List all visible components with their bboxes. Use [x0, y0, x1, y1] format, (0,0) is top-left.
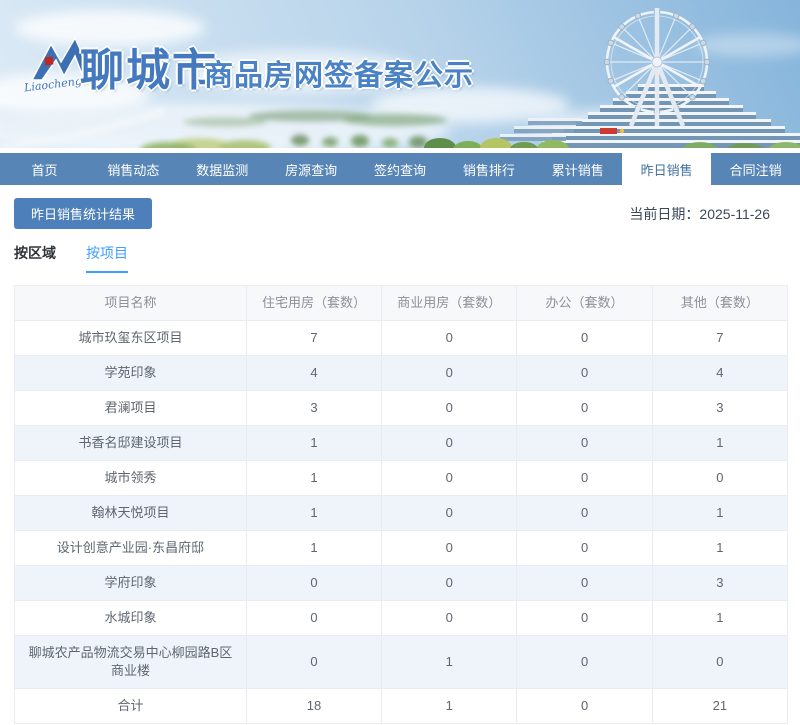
table-row: 水城印象 0 0 0 1: [14, 600, 789, 636]
column-header-3: 办公（套数）: [516, 285, 653, 321]
table-row: 城市领秀 1 0 0 0: [14, 460, 789, 496]
project-name-cell: 君澜项目: [14, 390, 247, 426]
project-name-cell: 水城印象: [14, 600, 247, 636]
value-cell: 1: [651, 495, 789, 531]
value-cell: 1: [651, 530, 789, 566]
column-header-2: 商业用房（套数）: [381, 285, 518, 321]
project-name-cell: 设计创意产业园·东昌府邸: [14, 530, 247, 566]
value-cell: 0: [381, 600, 518, 636]
value-cell: 0: [516, 600, 653, 636]
nav-item-8[interactable]: 合同注销: [711, 153, 800, 185]
view-tabs: 按区域 按项目: [14, 243, 786, 273]
yesterday-sales-result-button[interactable]: 昨日销售统计结果: [14, 198, 153, 229]
value-cell: 0: [516, 355, 653, 391]
table-row: 君澜项目 3 0 0 3: [14, 390, 789, 426]
nav-item-1[interactable]: 销售动态: [89, 153, 178, 185]
nav-item-2[interactable]: 数据监测: [178, 153, 267, 185]
value-cell: 0: [381, 495, 518, 531]
value-cell: 0: [381, 425, 518, 461]
page: Liaocheng 聊城市 商品房网签备案公示 首页 销售动态 数据监测 房源查询 签约…: [0, 0, 800, 725]
value-cell: 0: [381, 355, 518, 391]
value-cell: 4: [651, 355, 789, 391]
nav-item-3[interactable]: 房源查询: [267, 153, 356, 185]
value-cell: 1: [245, 460, 383, 496]
table-row: 学苑印象 4 0 0 4: [14, 355, 789, 391]
value-cell: 7: [245, 320, 383, 356]
table-row: 书香名邸建设项目 1 0 0 1: [14, 425, 789, 461]
table-row: 合计 18 1 0 21: [14, 688, 789, 724]
nav-item-6[interactable]: 累计销售: [533, 153, 622, 185]
value-cell: 21: [651, 688, 789, 724]
nav-item-4[interactable]: 签约查询: [356, 153, 445, 185]
value-cell: 1: [381, 688, 518, 724]
project-name-cell: 聊城农产品物流交易中心柳园路B区商业楼: [14, 635, 247, 689]
project-name-cell: 学府印象: [14, 565, 247, 601]
sales-table-body: 城市玖玺东区项目 7 0 0 7 学苑印象 4 0 0 4 君澜项目 3 0 0 3 书香名邸建设项目 1 0 0 1…: [14, 320, 789, 724]
current-date-value: 2025-11-26: [699, 205, 770, 222]
project-name-cell: 学苑印象: [14, 355, 247, 391]
current-date-label: 当前日期：: [629, 205, 700, 222]
value-cell: 0: [516, 565, 653, 601]
project-name-cell: 合计: [14, 688, 247, 724]
column-header-1: 住宅用房（套数）: [245, 285, 383, 321]
sales-table-header: 项目名称 住宅用房（套数） 商业用房（套数） 办公（套数） 其他（套数）: [14, 285, 789, 321]
table-row: 学府印象 0 0 0 3: [14, 565, 789, 601]
value-cell: 1: [651, 425, 789, 461]
value-cell: 3: [651, 565, 789, 601]
site-title-main: 商品房网签备案公示: [204, 60, 475, 92]
project-name-cell: 翰林天悦项目: [14, 495, 247, 531]
table-row: 翰林天悦项目 1 0 0 1: [14, 495, 789, 531]
value-cell: 0: [381, 565, 518, 601]
project-name-cell: 城市领秀: [14, 460, 247, 496]
nav-item-5[interactable]: 销售排行: [444, 153, 533, 185]
value-cell: 0: [516, 530, 653, 566]
value-cell: 0: [651, 635, 789, 689]
value-cell: 0: [245, 565, 383, 601]
value-cell: 0: [516, 495, 653, 531]
value-cell: 0: [651, 460, 789, 496]
site-title-city: 聊城市: [80, 46, 218, 95]
value-cell: 7: [651, 320, 789, 356]
value-cell: 1: [245, 495, 383, 531]
value-cell: 0: [245, 635, 383, 689]
current-date: 当前日期：2025-11-26: [629, 204, 770, 224]
column-header-0: 项目名称: [14, 285, 247, 321]
value-cell: 1: [651, 600, 789, 636]
value-cell: 1: [381, 635, 518, 689]
value-cell: 3: [245, 390, 383, 426]
value-cell: 0: [516, 390, 653, 426]
value-cell: 0: [381, 460, 518, 496]
column-header-4: 其他（套数）: [651, 285, 789, 321]
value-cell: 0: [516, 688, 653, 724]
value-cell: 4: [245, 355, 383, 391]
value-cell: 0: [381, 390, 518, 426]
tab-0[interactable]: 按区域: [14, 243, 56, 273]
nav-item-7[interactable]: 昨日销售: [622, 153, 712, 185]
site-banner: Liaocheng 聊城市 商品房网签备案公示: [0, 0, 800, 148]
value-cell: 0: [381, 530, 518, 566]
value-cell: 0: [516, 635, 653, 689]
value-cell: 0: [516, 425, 653, 461]
sales-table: 项目名称 住宅用房（套数） 商业用房（套数） 办公（套数） 其他（套数） 城市玖玺东区项…: [14, 285, 789, 724]
value-cell: 0: [381, 320, 518, 356]
value-cell: 0: [245, 600, 383, 636]
value-cell: 18: [245, 688, 383, 724]
tab-1[interactable]: 按项目: [86, 243, 128, 273]
project-name-cell: 书香名邸建设项目: [14, 425, 247, 461]
table-row: 设计创意产业园·东昌府邸 1 0 0 1: [14, 530, 789, 566]
toolbar: 昨日销售统计结果 当前日期：2025-11-26: [14, 198, 786, 229]
nav-item-0[interactable]: 首页: [0, 153, 89, 185]
table-row: 城市玖玺东区项目 7 0 0 7: [14, 320, 789, 356]
value-cell: 0: [516, 320, 653, 356]
table-row: 聊城农产品物流交易中心柳园路B区商业楼 0 1 0 0: [14, 635, 789, 689]
main-nav: 首页 销售动态 数据监测 房源查询 签约查询 销售排行 累计销售 昨日销售 合同注销: [0, 153, 800, 185]
value-cell: 0: [516, 460, 653, 496]
content-area: 昨日销售统计结果 当前日期：2025-11-26 按区域 按项目 项目名称 住宅用房…: [0, 198, 800, 724]
value-cell: 3: [651, 390, 789, 426]
project-name-cell: 城市玖玺东区项目: [14, 320, 247, 356]
value-cell: 1: [245, 530, 383, 566]
value-cell: 1: [245, 425, 383, 461]
